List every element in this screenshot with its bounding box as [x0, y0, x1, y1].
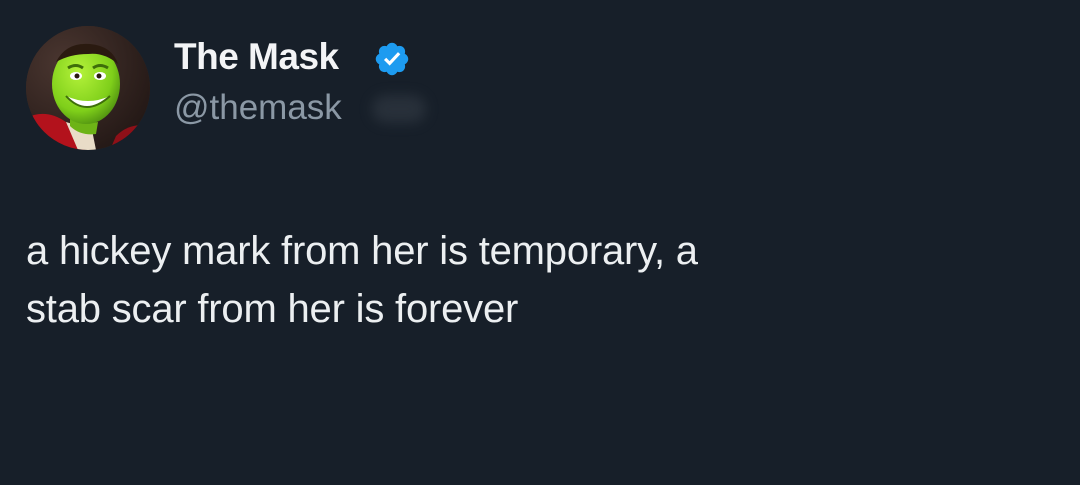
- tweet-text: a hickey mark from her is temporary, a s…: [26, 222, 1026, 338]
- verified-badge-icon: [375, 42, 409, 76]
- green-mask-face-avatar-icon: [26, 26, 150, 150]
- tweet-card: The Mask @themask a hickey mark from her…: [0, 0, 1080, 485]
- display-name[interactable]: The Mask: [174, 36, 339, 78]
- avatar[interactable]: [26, 26, 150, 150]
- tweet-text-line: a hickey mark from her is temporary, a: [26, 229, 698, 273]
- blurred-handle-suffix: [372, 95, 426, 123]
- user-handle[interactable]: @themask: [174, 88, 342, 128]
- tweet-text-line: stab scar from her is forever: [26, 287, 519, 331]
